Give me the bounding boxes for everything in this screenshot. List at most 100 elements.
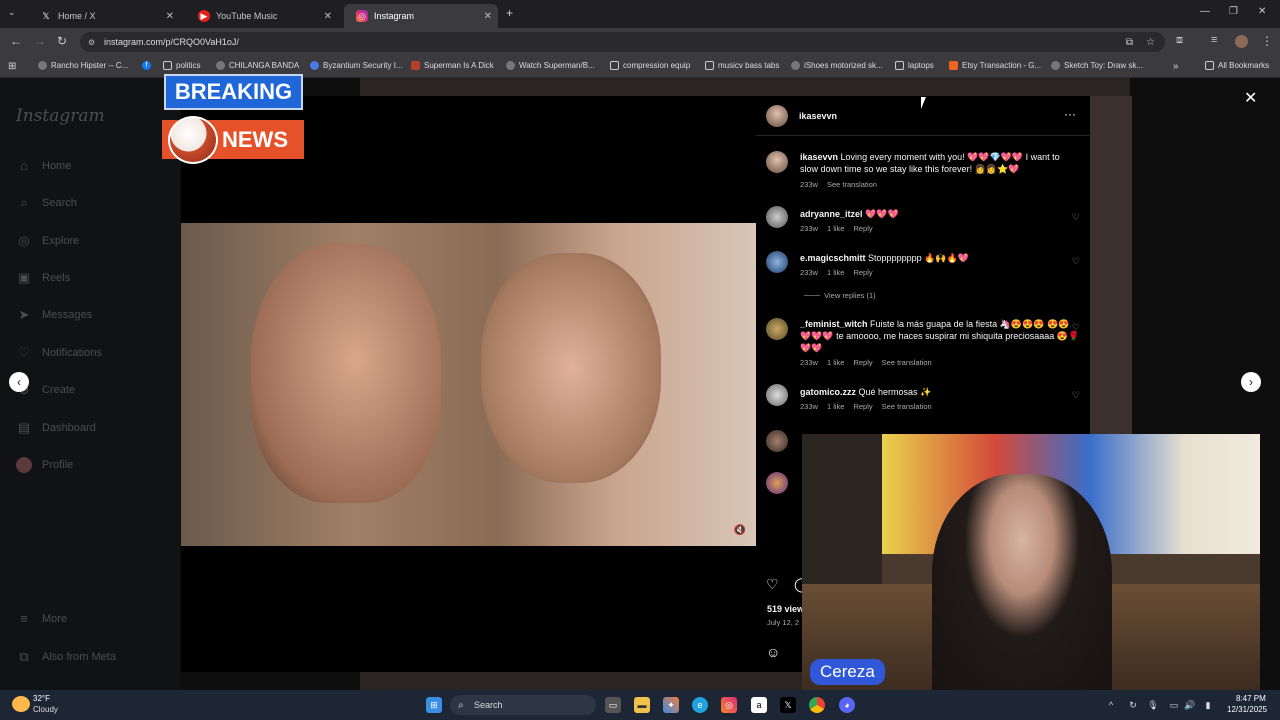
windows-start-icon[interactable]: ⊞ <box>426 697 442 713</box>
microphone-icon[interactable]: 🎙 <box>1145 697 1161 713</box>
see-translation-link[interactable]: See translation <box>882 358 932 367</box>
reply-link[interactable]: Reply <box>853 224 872 233</box>
previous-post-arrow[interactable]: ‹ <box>9 372 29 392</box>
tab-instagram[interactable]: ◎ Instagram ✕ <box>344 4 498 28</box>
post-username[interactable]: ikasevvn <box>799 111 837 121</box>
bookmark-folder[interactable]: laptops <box>895 61 934 70</box>
more-bookmarks-icon[interactable]: » <box>1173 61 1179 72</box>
next-post-arrow[interactable]: › <box>1241 372 1261 392</box>
avatar[interactable] <box>766 105 788 127</box>
bookmark-item[interactable]: Watch Superman/B... <box>506 61 595 70</box>
emoji-icon[interactable]: ☺ <box>766 644 780 660</box>
clock-date[interactable]: 12/31/2025 <box>1227 705 1267 714</box>
discord-icon[interactable]: ◕ <box>839 697 855 713</box>
reply-link[interactable]: Reply <box>853 358 872 367</box>
weather-temp[interactable]: 32°F <box>33 694 50 703</box>
apps-icon[interactable]: ⊞ <box>8 61 16 72</box>
comment-username[interactable]: adryanne_itzel <box>800 209 863 219</box>
nav-search[interactable]: ⌕ Search <box>16 195 77 211</box>
all-bookmarks[interactable]: All Bookmarks <box>1205 61 1269 70</box>
bookmark-item[interactable]: Etsy Transaction - G... <box>949 61 1041 70</box>
like-count[interactable]: 1 like <box>827 268 845 277</box>
amazon-icon[interactable]: a <box>751 697 767 713</box>
post-video[interactable]: 🔇 <box>181 223 756 546</box>
avatar[interactable] <box>766 318 788 340</box>
file-explorer-icon[interactable]: ▬ <box>634 697 650 713</box>
edge-icon[interactable]: e <box>692 697 708 713</box>
instagram-logo[interactable]: Instagram <box>16 106 105 126</box>
forward-icon[interactable]: → <box>34 34 46 48</box>
like-count[interactable]: 1 like <box>827 358 845 367</box>
nav-reels[interactable]: ▣ Reels <box>16 270 70 286</box>
close-tab-icon[interactable]: ✕ <box>324 11 332 22</box>
clock-time[interactable]: 8:47 PM <box>1236 694 1266 703</box>
bookmark-item[interactable]: Byzantium Security I... <box>310 61 403 70</box>
weather-text[interactable]: Cloudy <box>33 705 58 714</box>
avatar[interactable] <box>766 151 788 173</box>
close-window-icon[interactable]: ✕ <box>1258 6 1266 17</box>
avatar[interactable] <box>766 430 788 452</box>
mute-icon[interactable]: 🔇 <box>734 525 746 536</box>
bookmark-folder[interactable]: compression equip <box>610 61 690 70</box>
bookmark-item[interactable]: Sketch Toy: Draw sk... <box>1051 61 1143 70</box>
bookmark-item[interactable]: Superman Is A Dick <box>411 61 494 70</box>
tab-search-icon[interactable]: ⌄ <box>8 7 16 18</box>
address-input[interactable]: ⚙ instagram.com/p/CRQO0VaH1oJ/ ⧉ ☆ <box>80 32 1165 52</box>
see-translation-link[interactable]: See translation <box>882 402 932 411</box>
like-count[interactable]: 1 like <box>827 224 845 233</box>
comment-username[interactable]: _feminist_witch <box>800 319 868 329</box>
avatar[interactable] <box>766 251 788 273</box>
like-post-icon[interactable]: ♡ <box>766 576 779 593</box>
avatar[interactable] <box>766 472 788 494</box>
site-info-icon[interactable]: ⚙ <box>88 38 95 47</box>
instagram-app-icon[interactable]: ◎ <box>721 697 737 713</box>
media-controls-icon[interactable]: ≡ <box>1211 34 1217 46</box>
bookmark-item[interactable]: f <box>142 61 155 70</box>
extensions-icon[interactable]: ⧈ <box>1176 34 1183 47</box>
new-tab-icon[interactable]: + <box>506 6 513 20</box>
bookmark-folder[interactable]: politics <box>163 61 200 70</box>
nav-also-from-meta[interactable]: ⧉ Also from Meta <box>16 649 116 665</box>
nav-messages[interactable]: ➤ Messages <box>16 307 93 323</box>
tab-youtube-music[interactable]: ▶ YouTube Music ✕ <box>186 4 338 28</box>
volume-icon[interactable]: 🔊 <box>1182 697 1198 713</box>
bookmark-item[interactable]: CHILANGA BANDA <box>216 61 299 70</box>
nav-more[interactable]: ≡ More <box>16 611 67 627</box>
caption-username[interactable]: ikasevvn <box>800 152 838 162</box>
close-tab-icon[interactable]: ✕ <box>484 11 492 22</box>
show-hidden-icons[interactable]: ^ <box>1103 697 1119 713</box>
tab-x[interactable]: 𝕏 Home / X ✕ <box>28 4 180 28</box>
copilot-icon[interactable]: ✦ <box>663 697 679 713</box>
nav-profile[interactable]: Profile <box>16 457 73 473</box>
view-replies-link[interactable]: ─── View replies (1) <box>804 291 885 300</box>
nav-home[interactable]: ⌂ Home <box>16 158 71 174</box>
like-heart-icon[interactable]: ♡ <box>1072 322 1080 333</box>
chrome-icon[interactable] <box>809 697 825 713</box>
reply-link[interactable]: Reply <box>853 268 872 277</box>
see-translation-link[interactable]: See translation <box>827 180 877 189</box>
close-tab-icon[interactable]: ✕ <box>166 11 174 22</box>
bookmark-item[interactable]: iShoes motorized sk... <box>791 61 883 70</box>
display-icon[interactable]: ▭ <box>1166 697 1182 713</box>
minimize-icon[interactable]: — <box>1200 6 1210 17</box>
back-icon[interactable]: ← <box>10 34 22 48</box>
taskbar-search[interactable]: ⌕ Search <box>450 695 596 715</box>
bookmark-folder[interactable]: musicv bass tabs <box>705 61 779 70</box>
reload-icon[interactable]: ↻ <box>57 34 67 48</box>
bookmark-star-icon[interactable]: ☆ <box>1146 37 1155 48</box>
like-heart-icon[interactable]: ♡ <box>1072 390 1080 401</box>
comment-username[interactable]: e.magicschmitt <box>800 253 866 263</box>
nav-explore[interactable]: ◎ Explore <box>16 233 79 249</box>
profile-avatar[interactable] <box>1235 35 1248 48</box>
weather-icon[interactable] <box>12 696 30 712</box>
maximize-icon[interactable]: ❐ <box>1229 6 1238 17</box>
like-heart-icon[interactable]: ♡ <box>1072 212 1080 223</box>
x-app-icon[interactable]: 𝕏 <box>780 697 796 713</box>
view-count[interactable]: 519 view <box>767 604 804 614</box>
more-options-icon[interactable]: ··· <box>1064 107 1076 121</box>
bookmark-item[interactable]: Rancho Hipster -- C... <box>38 61 128 70</box>
like-heart-icon[interactable]: ♡ <box>1072 256 1080 267</box>
menu-icon[interactable]: ⋮ <box>1261 34 1273 48</box>
avatar[interactable] <box>766 206 788 228</box>
sync-icon[interactable]: ↻ <box>1125 697 1141 713</box>
